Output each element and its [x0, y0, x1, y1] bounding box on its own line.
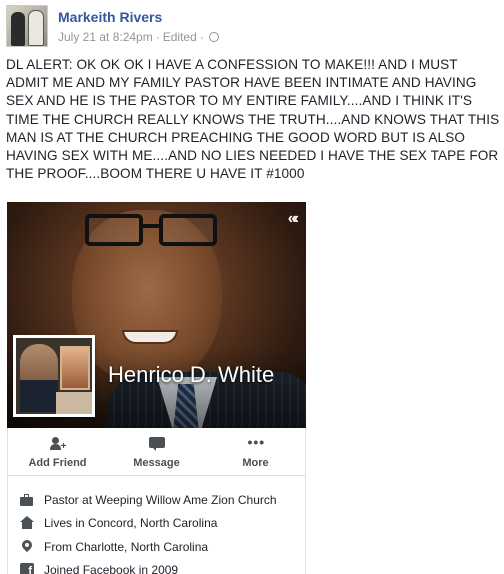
post-text: DL ALERT: OK OK OK I HAVE A CONFESSION T…	[6, 57, 500, 182]
add-friend-label: Add Friend	[28, 457, 87, 469]
globe-icon[interactable]	[208, 32, 219, 42]
profile-name[interactable]: Henrico D. White	[108, 362, 274, 388]
message-label: Message	[133, 457, 180, 469]
facebook-icon: f	[20, 563, 34, 574]
location-pin-icon	[20, 540, 34, 554]
add-friend-icon: +	[49, 437, 67, 452]
about-item-work: Pastor at Weeping Willow Ame Zion Church	[8, 488, 305, 512]
about-item-lives-in: Lives in Concord, North Carolina	[8, 512, 305, 536]
profile-action-bar: + Add Friend Message ••• More	[7, 428, 306, 476]
collapse-icon[interactable]: «‹	[288, 210, 299, 228]
more-icon: •••	[247, 434, 266, 450]
home-icon	[20, 516, 34, 530]
meta-separator: ·	[199, 30, 204, 44]
about-item-from: From Charlotte, North Carolina	[8, 535, 305, 559]
about-item-joined: f Joined Facebook in 2009	[8, 559, 305, 574]
about-item-text[interactable]: Lives in Concord, North Carolina	[44, 516, 217, 530]
post-meta: July 21 at 8:24pm · Edited ·	[58, 30, 219, 44]
profile-about-list: Pastor at Weeping Willow Ame Zion Church…	[7, 476, 306, 574]
about-item-text[interactable]: Pastor at Weeping Willow Ame Zion Church	[44, 493, 277, 507]
about-item-text[interactable]: From Charlotte, North Carolina	[44, 540, 208, 554]
about-item-text: Joined Facebook in 2009	[44, 563, 179, 574]
more-label: More	[242, 457, 269, 469]
author-avatar[interactable]	[6, 5, 48, 47]
add-friend-button[interactable]: + Add Friend	[8, 428, 107, 475]
author-name-link[interactable]: Markeith Rivers	[58, 9, 162, 25]
briefcase-icon	[20, 493, 34, 507]
edited-label[interactable]: Edited	[163, 30, 197, 44]
meta-separator: ·	[155, 30, 160, 44]
more-button[interactable]: ••• More	[206, 428, 305, 475]
message-icon	[148, 437, 165, 451]
message-button[interactable]: Message	[107, 428, 206, 475]
post-timestamp[interactable]: July 21 at 8:24pm	[58, 30, 153, 44]
post-header: Markeith Rivers July 21 at 8:24pm · Edit…	[6, 5, 498, 49]
profile-picture-thumbnail[interactable]	[13, 335, 95, 417]
